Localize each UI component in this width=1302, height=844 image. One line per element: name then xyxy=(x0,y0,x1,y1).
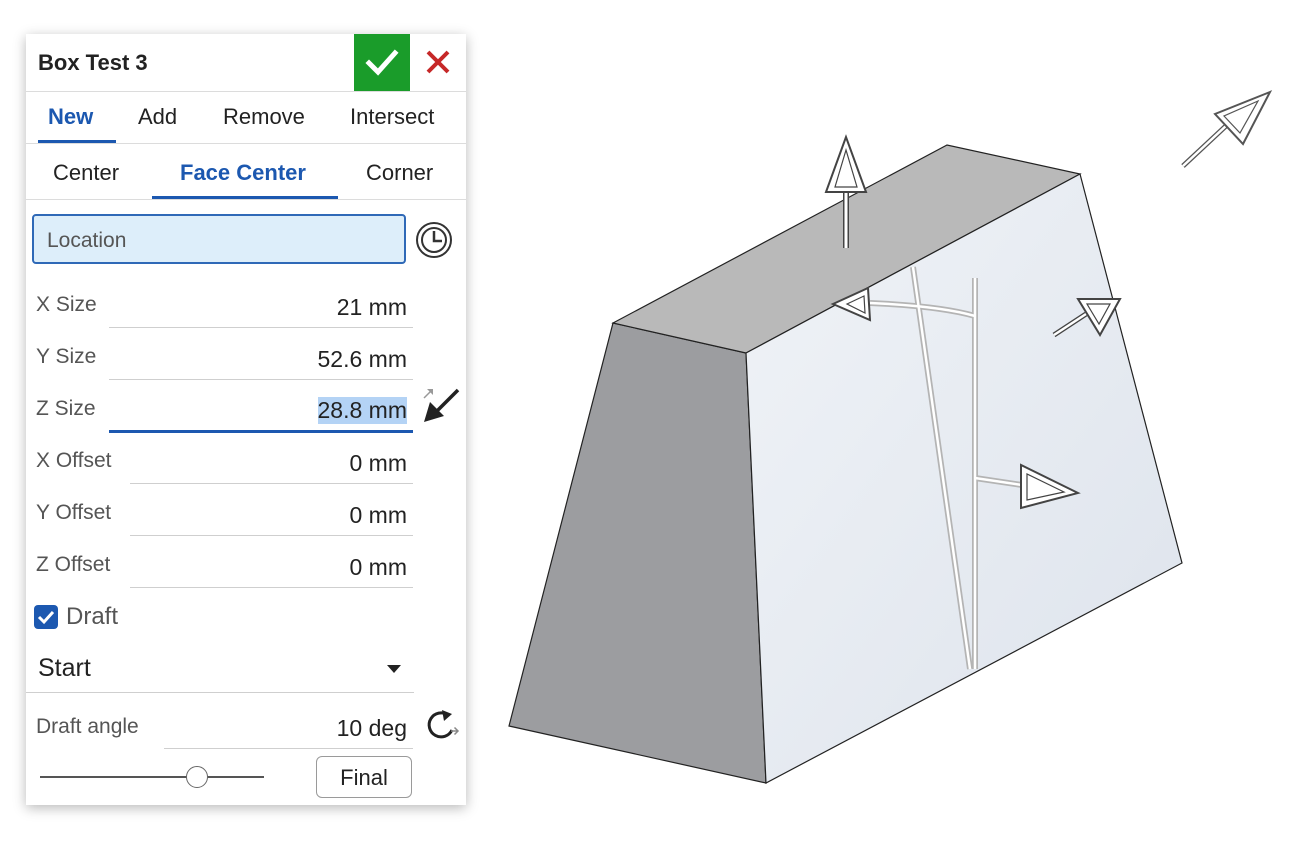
x-size-label: X Size xyxy=(36,293,97,316)
operation-tabs: New Add Remove Intersect xyxy=(26,91,466,144)
tab-face-center[interactable]: Face Center xyxy=(180,160,306,186)
clock-icon xyxy=(416,222,452,258)
dialog-header: Box Test 3 xyxy=(26,34,466,92)
y-offset-value: 0 mm xyxy=(349,502,408,528)
z-size-value: 28.8 mm xyxy=(317,397,407,424)
location-field[interactable]: Location xyxy=(32,214,406,264)
x-size-value: 21 mm xyxy=(336,294,407,320)
opposite-direction-arrow-icon xyxy=(423,388,460,422)
final-button-label: Final xyxy=(340,765,388,790)
tab-new[interactable]: New xyxy=(48,104,93,130)
chevron-down-icon xyxy=(387,665,401,673)
accept-button[interactable] xyxy=(354,34,410,91)
z-offset-field[interactable]: 0 mm xyxy=(130,547,413,588)
dialog-title: Box Test 3 xyxy=(38,50,148,75)
slider-thumb[interactable] xyxy=(185,766,208,788)
checkmark-icon xyxy=(37,610,55,625)
location-history-button[interactable] xyxy=(414,220,454,260)
draft-type-select[interactable]: Start xyxy=(26,646,414,693)
active-tab-indicator xyxy=(152,196,338,199)
tab-remove[interactable]: Remove xyxy=(223,104,305,130)
x-offset-value: 0 mm xyxy=(349,450,408,476)
z-size-label: Z Size xyxy=(36,397,96,420)
draft-angle-slider[interactable] xyxy=(40,765,264,789)
y-size-field[interactable]: 52.6 mm xyxy=(109,339,413,380)
final-button[interactable]: Final xyxy=(316,756,412,798)
tab-center[interactable]: Center xyxy=(53,160,119,186)
active-tab-indicator xyxy=(38,140,116,143)
draft-type-value: Start xyxy=(38,654,91,682)
draft-angle-value: 10 deg xyxy=(336,715,407,741)
x-offset-field[interactable]: 0 mm xyxy=(130,443,413,484)
draft-angle-field[interactable]: 10 deg xyxy=(164,708,413,749)
3d-viewport[interactable] xyxy=(470,0,1302,844)
y-size-label: Y Size xyxy=(36,345,97,368)
drafted-box-model xyxy=(508,90,1273,784)
y-size-value: 52.6 mm xyxy=(317,346,407,372)
view-direction-arrow-icon xyxy=(1181,90,1273,168)
opposite-direction-button[interactable] xyxy=(420,386,462,428)
x-offset-label: X Offset xyxy=(36,449,112,472)
rotate-icon xyxy=(427,710,460,739)
x-size-field[interactable]: 21 mm xyxy=(109,287,413,328)
draft-label: Draft xyxy=(66,603,119,630)
flip-draft-button[interactable] xyxy=(422,706,462,746)
cancel-button[interactable] xyxy=(410,34,466,91)
slider-track xyxy=(40,776,264,778)
tab-add[interactable]: Add xyxy=(138,104,177,130)
z-offset-label: Z Offset xyxy=(36,553,111,576)
y-offset-field[interactable]: 0 mm xyxy=(130,495,413,536)
box-feature-dialog: Box Test 3 New Add Remove Intersect Cent… xyxy=(26,34,466,805)
location-placeholder: Location xyxy=(47,229,127,252)
y-offset-label: Y Offset xyxy=(36,501,112,524)
draft-checkbox[interactable] xyxy=(34,605,58,629)
z-offset-value: 0 mm xyxy=(349,554,408,580)
box-left-face xyxy=(508,322,767,784)
checkmark-icon xyxy=(365,49,399,76)
tab-corner[interactable]: Corner xyxy=(366,160,433,186)
close-icon xyxy=(426,50,450,74)
placement-tabs: Center Face Center Corner xyxy=(26,144,466,200)
tab-intersect[interactable]: Intersect xyxy=(350,104,434,130)
z-size-field[interactable]: 28.8 mm xyxy=(109,390,413,433)
draft-angle-label: Draft angle xyxy=(36,715,139,738)
